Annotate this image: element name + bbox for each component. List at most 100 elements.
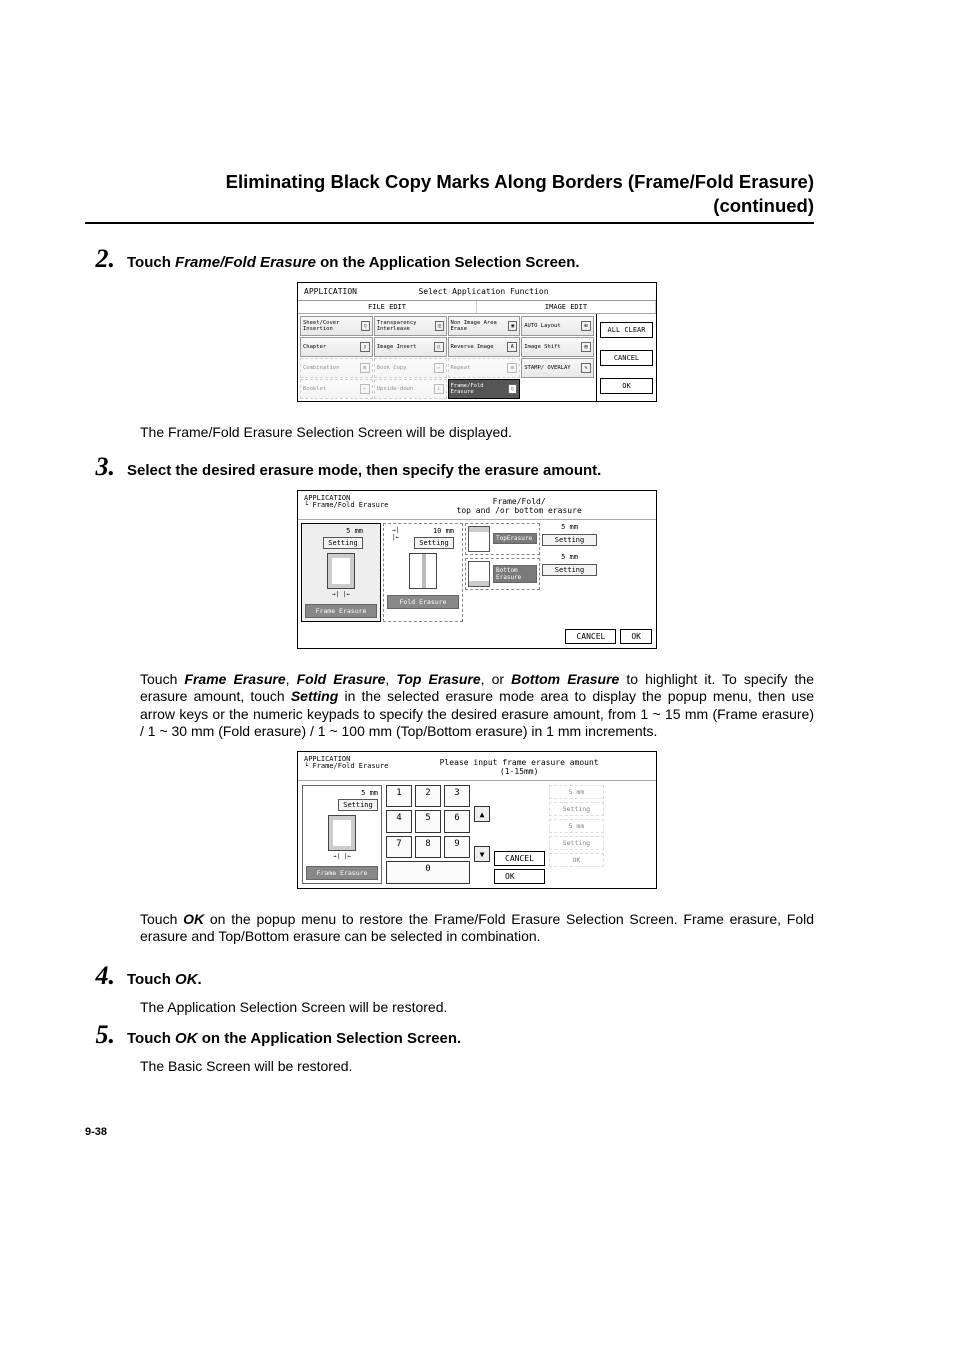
ghost-top-value: 5 mm <box>549 785 604 799</box>
ghost-bottom-value: 5 mm <box>549 819 604 833</box>
fold-setting-button[interactable]: Setting <box>414 537 454 549</box>
repeat-icon: ⊞ <box>507 363 517 373</box>
page-title: Eliminating Black Copy Marks Along Borde… <box>85 170 814 224</box>
key-5[interactable]: 5 <box>415 810 441 833</box>
image-shift-icon: ▤ <box>581 342 591 352</box>
key-1[interactable]: 1 <box>386 785 412 808</box>
tab-image-edit[interactable]: IMAGE EDIT <box>477 301 656 313</box>
key-3[interactable]: 3 <box>444 785 470 808</box>
fold-erasure-label: Fold Erasure <box>387 595 459 609</box>
keypad-result-text: Touch OK on the popup menu to restore th… <box>140 911 814 946</box>
cell-upside-down[interactable]: Upside-down↕ <box>374 379 447 399</box>
numeric-keypad: 1 2 3 4 5 6 7 8 9 0 <box>386 785 470 884</box>
fold-value: 10 mm <box>433 527 454 535</box>
frame-erasure-panel: 5 mm Setting →| |← Frame Erasure <box>302 785 382 884</box>
ghost-top-setting: Setting <box>549 802 604 816</box>
tab-file-edit[interactable]: FILE EDIT <box>298 301 477 313</box>
frame-icon <box>327 553 355 589</box>
arrows-icon: →| |← <box>332 591 350 598</box>
step-3: 3. Select the desired erasure mode, then… <box>85 452 814 482</box>
key-8[interactable]: 8 <box>415 836 441 859</box>
cell-non-image[interactable]: Non Image Area Erase▣ <box>448 316 521 336</box>
cell-book-copy[interactable]: Book Copy▭ <box>374 358 447 378</box>
cell-booklet[interactable]: Booklet▭ <box>300 379 373 399</box>
all-clear-button[interactable]: ALL CLEAR <box>600 322 653 338</box>
key-4[interactable]: 4 <box>386 810 412 833</box>
cell-image-shift[interactable]: Image Shift▤ <box>521 337 594 357</box>
step-5-result: The Basic Screen will be restored. <box>140 1058 814 1076</box>
cell-combination[interactable]: Combination⊞ <box>300 358 373 378</box>
key-6[interactable]: 6 <box>444 810 470 833</box>
keypad-screenshot: APPLICATION └ Frame/Fold Erasure Please … <box>297 751 657 889</box>
cell-image-insert[interactable]: Image Insert▯ <box>374 337 447 357</box>
cell-frame-fold-erasure[interactable]: Frame/Fold Erasure▯ <box>448 379 521 399</box>
screen-title: Select Application Function <box>418 287 548 296</box>
bottom-erasure-panel[interactable]: Bottom Erasure <box>465 558 540 590</box>
step-2-result: The Frame/Fold Erasure Selection Screen … <box>140 424 814 442</box>
step-3-number: 3. <box>85 452 115 482</box>
bottom-value: 5 mm <box>542 553 597 561</box>
fold-erasure-panel[interactable]: →| |← 10 mm Setting Fold Erasure <box>383 523 463 622</box>
stamp-icon: ✎ <box>581 363 591 373</box>
top-erasure-label: TopErasure <box>493 533 537 544</box>
key-7[interactable]: 7 <box>386 836 412 859</box>
key-9[interactable]: 9 <box>444 836 470 859</box>
frame-fold-selection-screenshot: APPLICATION └ Frame/Fold Erasure Frame/F… <box>297 490 657 649</box>
ok-button[interactable]: OK <box>494 869 545 884</box>
ok-button[interactable]: OK <box>620 629 652 644</box>
frame-value: 5 mm <box>346 527 363 535</box>
sheet-cover-icon: ▯ <box>361 321 370 331</box>
cell-auto-layout[interactable]: AUTO Layout⊞ <box>521 316 594 336</box>
step-5-number: 5. <box>85 1020 115 1050</box>
book-copy-icon: ▭ <box>434 363 444 373</box>
screen-title: Frame/Fold/ top and /or bottom erasure <box>388 497 650 515</box>
step-3-text: Select the desired erasure mode, then sp… <box>127 462 814 479</box>
arrows-icon: →| |← <box>392 527 405 547</box>
ok-button[interactable]: OK <box>600 378 653 394</box>
bottom-setting-button[interactable]: Setting <box>542 564 597 576</box>
reverse-icon: A <box>507 342 517 352</box>
transparency-icon: ◫ <box>435 321 443 331</box>
cancel-button[interactable]: CANCEL <box>565 629 616 644</box>
arrow-down-button[interactable]: ▼ <box>474 846 490 862</box>
chapter-icon: ▯ <box>360 342 370 352</box>
framefold-icon: ▯ <box>508 384 518 394</box>
cancel-button[interactable]: CANCEL <box>600 350 653 366</box>
auto-layout-icon: ⊞ <box>581 321 591 331</box>
frame-value: 5 mm <box>361 789 378 797</box>
upside-icon: ↕ <box>434 384 444 394</box>
frame-setting-button[interactable]: Setting <box>323 537 363 549</box>
breadcrumb: APPLICATION └ Frame/Fold Erasure <box>304 495 388 509</box>
step-4-number: 4. <box>85 961 115 991</box>
breadcrumb: APPLICATION <box>304 287 357 296</box>
combination-icon: ⊞ <box>360 363 370 373</box>
application-selection-screenshot: APPLICATION Select Application Function … <box>297 282 657 402</box>
page-number: 9-38 <box>85 1126 814 1138</box>
non-image-icon: ▣ <box>508 321 517 331</box>
step-5: 5. Touch OK on the Application Selection… <box>85 1020 814 1050</box>
image-insert-icon: ▯ <box>434 342 444 352</box>
frame-erasure-panel[interactable]: 5 mm Setting →| |← Frame Erasure <box>301 523 381 622</box>
frame-erasure-label: Frame Erasure <box>306 866 378 880</box>
key-0[interactable]: 0 <box>386 861 470 884</box>
step-2: 2. Touch Frame/Fold Erasure on the Appli… <box>85 244 814 274</box>
arrow-up-button[interactable]: ▲ <box>474 806 490 822</box>
arrows-icon: →| |← <box>333 853 351 860</box>
cell-repeat[interactable]: Repeat⊞ <box>448 358 521 378</box>
fold-icon <box>409 553 437 589</box>
booklet-icon: ▭ <box>360 384 370 394</box>
cell-chapter[interactable]: Chapter▯ <box>300 337 373 357</box>
frame-erasure-label: Frame Erasure <box>305 604 377 618</box>
frame-setting-button[interactable]: Setting <box>338 799 378 811</box>
top-setting-button[interactable]: Setting <box>542 534 597 546</box>
cell-stamp-overlay[interactable]: STAMP/ OVERLAY✎ <box>521 358 594 378</box>
cell-sheet-cover[interactable]: Sheet/Cover Insertion▯ <box>300 316 373 336</box>
cancel-button[interactable]: CANCEL <box>494 851 545 866</box>
key-2[interactable]: 2 <box>415 785 441 808</box>
step-5-text: Touch OK on the Application Selection Sc… <box>127 1030 814 1047</box>
cell-reverse-image[interactable]: Reverse ImageA <box>448 337 521 357</box>
cell-transparency[interactable]: Transparency Interleave◫ <box>374 316 447 336</box>
step-4-text: Touch OK. <box>127 971 814 988</box>
title-line2: (continued) <box>713 195 814 216</box>
top-erasure-panel[interactable]: TopErasure <box>465 523 540 555</box>
